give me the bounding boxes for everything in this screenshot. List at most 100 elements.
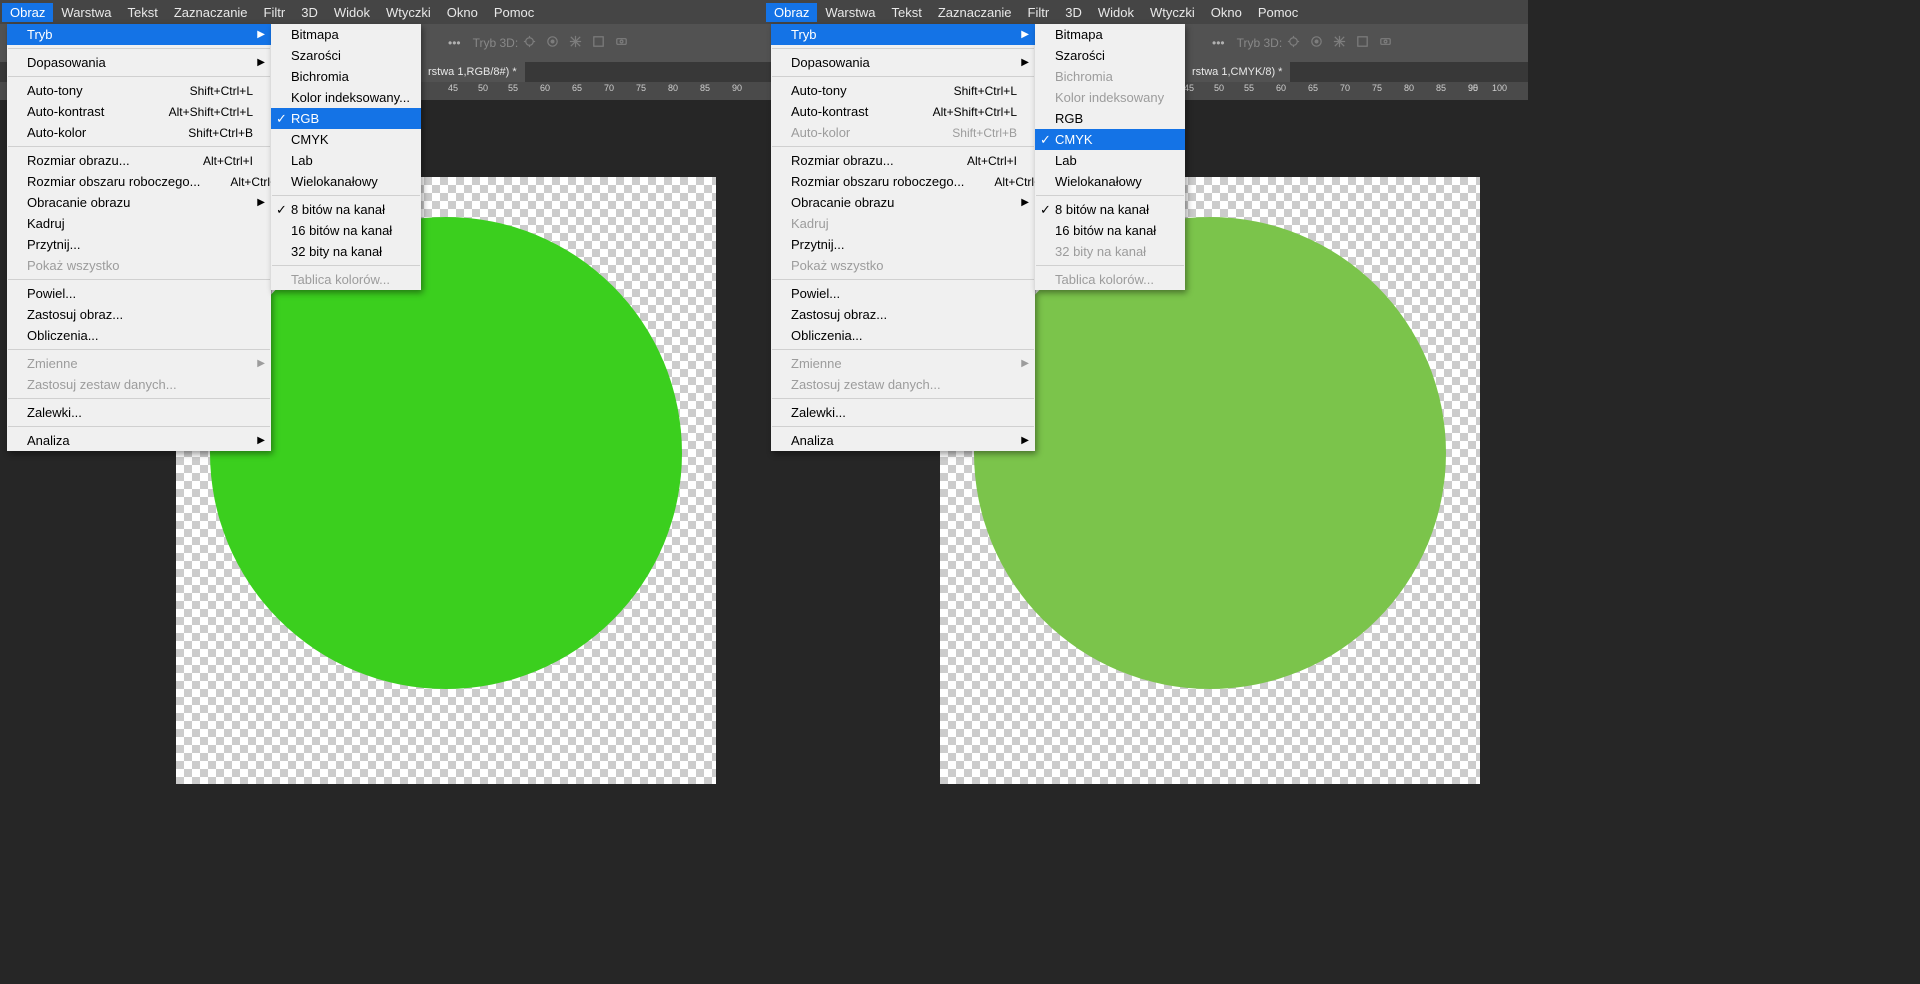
menuitem-16-bit-w-na-kana-[interactable]: 16 bitów na kanał [271,220,421,241]
menuitem-label: Kolor indeksowany... [291,90,410,105]
menuitem-bitmapa[interactable]: Bitmapa [271,24,421,45]
menuitem-przytnij-[interactable]: Przytnij... [771,234,1035,255]
menuitem-8-bit-w-na-kana-[interactable]: ✓8 bitów na kanał [271,199,421,220]
menuitem-auto-kontrast[interactable]: Auto-kontrastAlt+Shift+Ctrl+L [771,101,1035,122]
opt-icon-1[interactable] [545,34,560,49]
menuitem-analiza[interactable]: Analiza▶ [771,430,1035,451]
opt-icon-3[interactable] [591,34,606,49]
menu-zaznaczanie[interactable]: Zaznaczanie [930,3,1020,22]
menu-widok[interactable]: Widok [1090,3,1142,22]
menuitem-przytnij-[interactable]: Przytnij... [7,234,271,255]
menuitem-rozmiar-obszaru-roboczego-[interactable]: Rozmiar obszaru roboczego...Alt+Ctrl+C [771,171,1035,192]
opt-icon-4[interactable] [614,34,629,49]
menuitem-rgb[interactable]: ✓RGB [271,108,421,129]
ruler-tick: 50 [478,83,488,93]
menuitem-zastosuj-obraz-[interactable]: Zastosuj obraz... [7,304,271,325]
menuitem-auto-kontrast[interactable]: Auto-kontrastAlt+Shift+Ctrl+L [7,101,271,122]
menu-tekst[interactable]: Tekst [119,3,165,22]
menu-3d[interactable]: 3D [1057,3,1090,22]
menu-pomoc[interactable]: Pomoc [486,3,542,22]
menuitem-wielokana-owy[interactable]: Wielokanałowy [271,171,421,192]
menuitem-bitmapa[interactable]: Bitmapa [1035,24,1185,45]
menuitem-label: Powiel... [791,286,840,301]
menuitem-tryb[interactable]: Tryb▶ [7,24,271,45]
options-more-icon[interactable]: ••• [1212,36,1225,50]
menuitem-szaro-ci[interactable]: Szarości [271,45,421,66]
menu-obraz[interactable]: Obraz [766,3,817,22]
shortcut-label: Shift+Ctrl+B [952,126,1017,140]
menuitem-auto-tony[interactable]: Auto-tonyShift+Ctrl+L [7,80,271,101]
menuitem-label: Wielokanałowy [1055,174,1142,189]
menu-wtyczki[interactable]: Wtyczki [1142,3,1203,22]
opt-icon-2[interactable] [568,34,583,49]
menuitem-zalewki-[interactable]: Zalewki... [7,402,271,423]
menuitem-wielokana-owy[interactable]: Wielokanałowy [1035,171,1185,192]
menuitem-rozmiar-obszaru-roboczego-[interactable]: Rozmiar obszaru roboczego...Alt+Ctrl+C [7,171,271,192]
opt-icon-2[interactable] [1332,34,1347,49]
menu-warstwa[interactable]: Warstwa [817,3,883,22]
ruler-tick: 95 [1468,83,1478,93]
menuitem-label: Zastosuj zestaw danych... [27,377,177,392]
menu-obraz[interactable]: Tryb▶Dopasowania▶Auto-tonyShift+Ctrl+LAu… [7,24,271,451]
menuitem-cmyk[interactable]: ✓CMYK [1035,129,1185,150]
menuitem-obracanie-obrazu[interactable]: Obracanie obrazu▶ [7,192,271,213]
menuitem-zalewki-[interactable]: Zalewki... [771,402,1035,423]
menuitem-analiza[interactable]: Analiza▶ [7,430,271,451]
opt-icon-3[interactable] [1355,34,1370,49]
opt-icon-0[interactable] [522,34,537,49]
menu-filtr[interactable]: Filtr [256,3,294,22]
menuitem-powiel-[interactable]: Powiel... [7,283,271,304]
menuitem-auto-tony[interactable]: Auto-tonyShift+Ctrl+L [771,80,1035,101]
menuitem-zmienne: Zmienne▶ [771,353,1035,374]
opt-icon-1[interactable] [1309,34,1324,49]
menuitem-dopasowania[interactable]: Dopasowania▶ [7,52,271,73]
menuitem-obliczenia-[interactable]: Obliczenia... [771,325,1035,346]
menuitem-label: Analiza [27,433,70,448]
menuitem-lab[interactable]: Lab [271,150,421,171]
menuitem-kolor-indeksowany-[interactable]: Kolor indeksowany... [271,87,421,108]
menu-zaznaczanie[interactable]: Zaznaczanie [166,3,256,22]
menuitem-label: Kadruj [27,216,65,231]
menuitem-32-bity-na-kana-[interactable]: 32 bity na kanał [271,241,421,262]
menu-obraz[interactable]: Tryb▶ Dopasowania▶ Auto-tonyShift+Ctrl+LAu… [771,24,1035,451]
ruler-tick: 90 [732,83,742,93]
menuitem-rgb[interactable]: RGB [1035,108,1185,129]
menuitem-8-bit-w-na-kana-[interactable]: ✓8 bitów na kanał [1035,199,1185,220]
document-tab[interactable]: rstwa 1,RGB/8#) * [420,62,525,82]
menu-filtr[interactable]: Filtr [1020,3,1058,22]
options-more-icon[interactable]: ••• [448,36,461,50]
menuitem-obracanie-obrazu[interactable]: Obracanie obrazu▶ [771,192,1035,213]
document-tab[interactable]: rstwa 1,CMYK/8) * [1184,62,1290,82]
submenu-tryb[interactable]: BitmapaSzarościBichromiaKolor indeksowan… [1035,24,1185,290]
menuitem-label: Dopasowania [27,55,106,70]
menuitem-zastosuj-obraz-[interactable]: Zastosuj obraz... [771,304,1035,325]
menu-pomoc[interactable]: Pomoc [1250,3,1306,22]
menuitem-auto-kolor[interactable]: Auto-kolorShift+Ctrl+B [7,122,271,143]
menuitem-bichromia[interactable]: Bichromia [271,66,421,87]
menu-tekst[interactable]: Tekst [883,3,929,22]
menu-okno[interactable]: Okno [1203,3,1250,22]
menu-obraz[interactable]: Obraz [2,3,53,22]
menuitem-label: CMYK [1055,132,1093,147]
menuitem-szaro-ci[interactable]: Szarości [1035,45,1185,66]
submenu-arrow-icon: ▶ [257,197,265,208]
menuitem-rozmiar-obrazu-[interactable]: Rozmiar obrazu...Alt+Ctrl+I [7,150,271,171]
menuitem-powiel-[interactable]: Powiel... [771,283,1035,304]
menu-widok[interactable]: Widok [326,3,378,22]
menuitem-kadruj[interactable]: Kadruj [7,213,271,234]
menuitem-cmyk[interactable]: CMYK [271,129,421,150]
menuitem-lab[interactable]: Lab [1035,150,1185,171]
menuitem-obliczenia-[interactable]: Obliczenia... [7,325,271,346]
opt-icon-0[interactable] [1286,34,1301,49]
menuitem-tryb[interactable]: Tryb▶ [771,24,1035,45]
menuitem-label: Obracanie obrazu [791,195,894,210]
menu-okno[interactable]: Okno [439,3,486,22]
menuitem-16-bit-w-na-kana-[interactable]: 16 bitów na kanał [1035,220,1185,241]
menu-wtyczki[interactable]: Wtyczki [378,3,439,22]
menu-warstwa[interactable]: Warstwa [53,3,119,22]
menuitem-rozmiar-obrazu-[interactable]: Rozmiar obrazu...Alt+Ctrl+I [771,150,1035,171]
menu-3d[interactable]: 3D [293,3,326,22]
menuitem-dopasowania[interactable]: Dopasowania▶ [771,52,1035,73]
submenu-tryb[interactable]: BitmapaSzarościBichromia Kolor indeksowan… [271,24,421,290]
opt-icon-4[interactable] [1378,34,1393,49]
